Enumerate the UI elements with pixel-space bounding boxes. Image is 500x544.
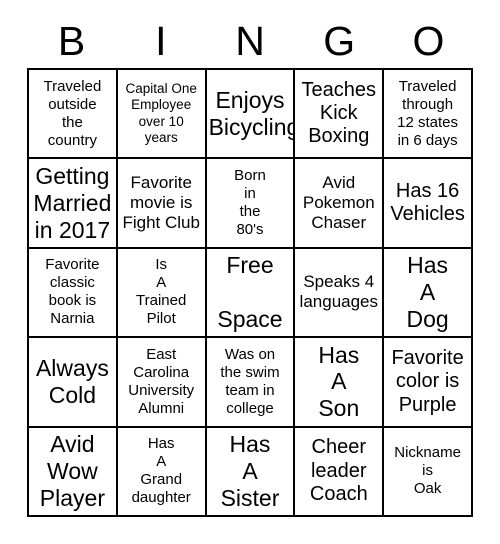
- bingo-cell[interactable]: Favorite movie is Fight Club: [117, 159, 207, 249]
- bingo-header-letter-n: N: [235, 17, 265, 64]
- bingo-cell-label: Favorite classic book is Narnia: [45, 256, 100, 328]
- bingo-cell-label: Nickname is Oak: [394, 444, 461, 498]
- bingo-cell-label: Avid Pokemon Chaser: [302, 173, 375, 233]
- bingo-cell[interactable]: Avid Wow Player: [29, 427, 118, 517]
- bingo-cell[interactable]: Traveled outside the country: [29, 70, 118, 160]
- bingo-cell[interactable]: Traveled through 12 states in 6 days: [384, 70, 473, 160]
- bingo-cell-free-space[interactable]: Free Space: [206, 248, 296, 339]
- bingo-cell-label: Born in the 80's: [234, 167, 266, 239]
- bingo-cell-label: Has A Dog: [406, 252, 449, 332]
- bingo-card: B I N G O Traveled outside the country C…: [0, 0, 500, 544]
- bingo-cell[interactable]: Has A Grand daughter: [117, 427, 207, 517]
- bingo-cell-label: Enjoys Bicycling: [208, 86, 296, 140]
- bingo-cell[interactable]: East Carolina University Alumni: [117, 338, 207, 428]
- bingo-header: B I N G O: [27, 14, 473, 68]
- bingo-header-letter-b: B: [57, 17, 86, 64]
- bingo-cell[interactable]: Has 16 Vehicles: [384, 159, 473, 249]
- bingo-cell-label: Traveled through 12 states in 6 days: [397, 77, 459, 149]
- bingo-header-letter-g: G: [323, 17, 356, 64]
- bingo-header-letter-i: I: [155, 17, 167, 64]
- bingo-cell-label: Avid Wow Player: [39, 430, 105, 511]
- bingo-cell[interactable]: Speaks 4 languages: [295, 248, 385, 339]
- bingo-cell[interactable]: Favorite classic book is Narnia: [29, 248, 118, 339]
- bingo-cell-label: Favorite color is Purple: [391, 346, 464, 416]
- bingo-cell-label: East Carolina University Alumni: [128, 345, 195, 417]
- bingo-cell-label: Has A Grand daughter: [131, 435, 191, 507]
- bingo-cell[interactable]: Enjoys Bicycling: [206, 70, 296, 160]
- bingo-cell[interactable]: Has A Son: [295, 338, 385, 428]
- bingo-grid: Traveled outside the country Capital One…: [27, 68, 473, 517]
- bingo-cell[interactable]: Has A Sister: [206, 427, 296, 517]
- bingo-cell-label: Speaks 4 languages: [299, 272, 379, 312]
- bingo-cell[interactable]: Born in the 80's: [206, 159, 296, 249]
- bingo-cell-label: Traveled outside the country: [43, 77, 102, 149]
- bingo-cell-label: Favorite movie is Fight Club: [122, 173, 200, 233]
- bingo-cell-label: Is A Trained Pilot: [136, 256, 187, 328]
- bingo-cell[interactable]: Cheer leader Coach: [295, 427, 385, 517]
- bingo-cell-label: Was on the swim team in college: [220, 345, 280, 417]
- bingo-cell-label: Has A Sister: [220, 430, 280, 511]
- bingo-cell[interactable]: Is A Trained Pilot: [117, 248, 207, 339]
- bingo-cell-label: Has A Son: [318, 341, 360, 422]
- bingo-cell[interactable]: Capital One Employee over 10 years: [117, 70, 207, 160]
- bingo-cell[interactable]: Was on the swim team in college: [206, 338, 296, 428]
- bingo-cell[interactable]: Has A Dog: [384, 248, 473, 339]
- bingo-cell-label: Cheer leader Coach: [309, 436, 368, 505]
- bingo-cell[interactable]: Avid Pokemon Chaser: [295, 159, 385, 249]
- bingo-cell[interactable]: Teaches Kick Boxing: [295, 70, 385, 160]
- bingo-cell-label: Getting Married in 2017: [33, 162, 112, 243]
- bingo-cell-label: Always Cold: [35, 354, 109, 408]
- bingo-cell-label: Capital One Employee over 10 years: [125, 80, 197, 146]
- bingo-cell[interactable]: Always Cold: [29, 338, 118, 428]
- bingo-header-letter-o: O: [412, 17, 445, 64]
- bingo-cell[interactable]: Favorite color is Purple: [384, 338, 473, 428]
- bingo-cell-label: Teaches Kick Boxing: [301, 78, 377, 148]
- bingo-cell[interactable]: Getting Married in 2017: [29, 159, 118, 249]
- bingo-cell-label: Free Space: [217, 252, 283, 332]
- bingo-cell-label: Has 16 Vehicles: [390, 179, 465, 226]
- bingo-cell[interactable]: Nickname is Oak: [384, 427, 473, 517]
